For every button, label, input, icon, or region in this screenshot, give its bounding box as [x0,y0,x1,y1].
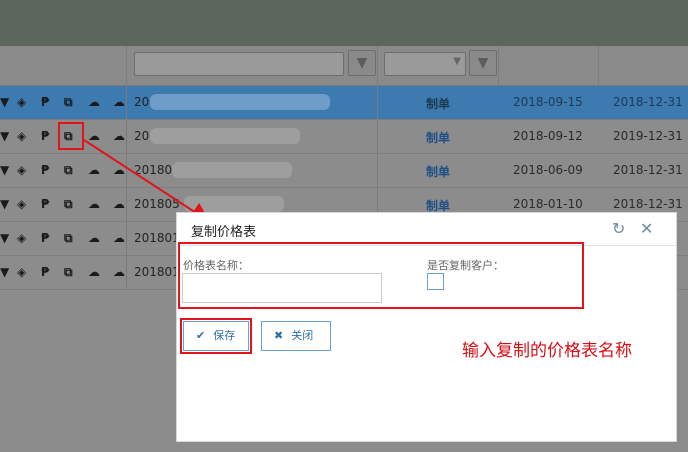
dialog-title: 复制价格表 [191,225,257,240]
column-divider [377,154,378,188]
blurred-name-cell [150,128,300,144]
pin-icon[interactable]: ₱ [41,197,49,211]
status-filter-select[interactable]: ▼ [384,52,466,76]
price-code-cell: 201801 [134,231,180,245]
filter-icon[interactable]: ▼ [469,50,497,76]
start-date-cell: 2018-09-12 [513,129,583,143]
price-code-cell: 20180 [134,163,173,177]
shield-icon[interactable]: ◈ [17,163,26,177]
blurred-name-cell [184,196,284,212]
column-divider [126,256,127,290]
cloud-icon[interactable]: ☁ [88,265,100,279]
annotation-hint-text: 输入复制的价格表名称 [462,341,632,361]
cloud-download-icon[interactable]: ☁ [113,265,125,279]
pin-icon[interactable]: ▼ [0,129,9,143]
column-divider [126,120,127,154]
column-divider [377,46,378,86]
end-date-cell: 2019-12-31 [613,129,683,143]
cloud-icon[interactable]: ☁ [88,231,100,245]
cloud-icon[interactable]: ☁ [88,163,100,177]
column-divider [126,188,127,222]
price-code-cell: 20 [134,129,150,143]
blurred-name-cell [172,162,292,178]
pin-icon[interactable]: ▼ [0,95,9,109]
save-button-highlight [180,318,252,354]
pin-icon[interactable]: ₱ [41,163,49,177]
close-icon: ✖ [274,329,284,342]
copy-icon[interactable]: ⧉ [64,231,73,246]
price-code-cell: 201805 [134,197,180,211]
column-divider [126,154,127,188]
end-date-cell: 2018-12-31 [613,95,683,109]
column-divider [126,46,127,86]
start-date-cell: 2018-06-09 [513,163,583,177]
app-top-bar [0,0,688,46]
copy-icon-highlight [58,122,84,150]
cloud-icon[interactable]: ☁ [88,129,100,143]
price-code-cell: 201801 [134,265,180,279]
cloud-download-icon[interactable]: ☁ [113,129,125,143]
column-divider [377,86,378,120]
end-date-cell: 2018-12-31 [613,197,683,211]
shield-icon[interactable]: ◈ [17,95,26,109]
shield-icon[interactable]: ◈ [17,197,26,211]
price-code-cell: 20 [134,95,150,109]
price-list-name-label: 价格表名称： [183,259,249,272]
pin-icon[interactable]: ₱ [41,129,49,143]
cloud-download-icon[interactable]: ☁ [113,197,125,211]
end-date-cell: 2018-12-31 [613,163,683,177]
pin-icon[interactable]: ▼ [0,197,9,211]
copy-customer-checkbox[interactable] [427,273,444,290]
copy-icon[interactable]: ⧉ [64,197,73,212]
pin-icon[interactable]: ▼ [0,163,9,177]
cloud-icon[interactable]: ☁ [88,197,100,211]
filter-row: ▼ ▼ ▼ [0,46,688,86]
shield-icon[interactable]: ◈ [17,231,26,245]
copy-icon[interactable]: ⧉ [64,95,73,110]
price-list-name-input[interactable] [182,273,382,303]
close-icon[interactable]: ✕ [640,219,653,238]
chevron-down-icon: ▼ [453,56,461,67]
copy-icon[interactable]: ⧉ [64,163,73,178]
cloud-download-icon[interactable]: ☁ [113,95,125,109]
cloud-download-icon[interactable]: ☁ [113,231,125,245]
pin-icon[interactable]: ▼ [0,231,9,245]
column-divider [598,46,599,86]
pin-icon[interactable]: ₱ [41,265,49,279]
close-button[interactable]: ✖ 关闭 [261,321,331,351]
pin-icon[interactable]: ₱ [41,95,49,109]
code-filter-input[interactable] [134,52,344,76]
column-divider [126,86,127,120]
status-link[interactable]: 制单 [426,163,450,180]
refresh-icon[interactable]: ↻ [612,219,625,238]
table-row[interactable]: ▼ ◈ ₱ ⧉ ☁ ☁ 20 制单 2018-09-15 2018-12-31 [0,86,688,120]
pin-icon[interactable]: ₱ [41,231,49,245]
close-button-label: 关闭 [291,329,314,342]
column-divider [498,46,499,86]
table-row[interactable]: ▼ ◈ ₱ ⧉ ☁ ☁ 20180 制单 2018-06-09 2018-12-… [0,154,688,188]
copy-icon[interactable]: ⧉ [64,265,73,280]
column-divider [126,222,127,256]
filter-icon[interactable]: ▼ [348,50,376,76]
cloud-download-icon[interactable]: ☁ [113,163,125,177]
start-date-cell: 2018-01-10 [513,197,583,211]
copy-price-list-dialog: 复制价格表 ↻ ✕ 价格表名称： 是否复制客户： ✔ 保存 ✖ 关闭 [176,212,677,442]
start-date-cell: 2018-09-15 [513,95,583,109]
blurred-name-cell [150,94,330,110]
shield-icon[interactable]: ◈ [17,129,26,143]
status-link[interactable]: 制单 [426,95,450,112]
pin-icon[interactable]: ▼ [0,265,9,279]
cloud-icon[interactable]: ☁ [88,95,100,109]
column-divider [377,120,378,154]
status-link[interactable]: 制单 [426,129,450,146]
copy-customer-label: 是否复制客户： [427,259,504,272]
table-row[interactable]: ▼ ◈ ₱ ⧉ ☁ ☁ 20 制单 2018-09-12 2019-12-31 [0,120,688,154]
shield-icon[interactable]: ◈ [17,265,26,279]
